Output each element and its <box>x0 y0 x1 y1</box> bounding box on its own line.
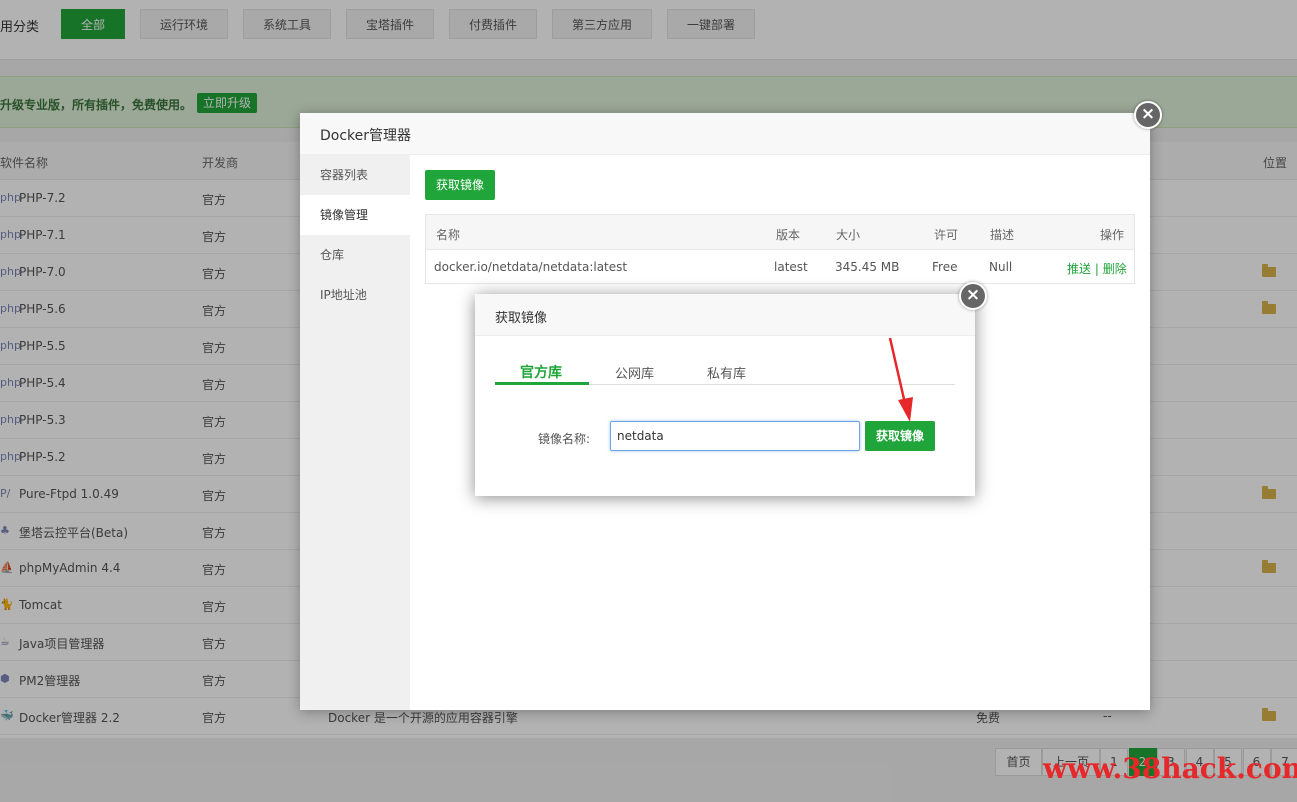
fetch-image-button[interactable]: 获取镜像 <box>425 170 495 200</box>
fetch-image-submit-button[interactable]: 获取镜像 <box>865 421 935 451</box>
sidebar-item-images[interactable]: 镜像管理 <box>300 195 410 235</box>
tab-public-registry[interactable]: 公网库 <box>615 363 654 382</box>
docker-modal-close-icon[interactable]: × <box>1134 101 1162 129</box>
image-header-size: 大小 <box>836 228 861 242</box>
docker-modal-header: Docker管理器 <box>300 113 1150 155</box>
action-separator: | <box>1094 262 1099 276</box>
docker-sidebar: 容器列表 镜像管理 仓库 IP地址池 <box>300 155 410 710</box>
delete-image-link[interactable]: 删除 <box>1103 262 1127 276</box>
image-row-license: Free <box>932 260 958 274</box>
image-header-desc: 描述 <box>990 228 1015 242</box>
image-header-name: 名称 <box>436 228 461 242</box>
sidebar-item-repository[interactable]: 仓库 <box>300 235 410 275</box>
tab-official-registry[interactable]: 官方库 <box>520 362 562 382</box>
image-header-actions: 操作 <box>1100 228 1125 242</box>
docker-modal-title: Docker管理器 <box>320 128 412 144</box>
fetch-modal-close-icon[interactable]: × <box>959 282 987 310</box>
image-table: 名称 版本 大小 许可 描述 操作 docker.io/netdata/netd… <box>425 214 1135 284</box>
push-image-link[interactable]: 推送 <box>1067 262 1091 276</box>
image-row-version: latest <box>774 260 808 274</box>
image-row-name: docker.io/netdata/netdata:latest <box>434 260 628 274</box>
image-row-desc: Null <box>989 260 1013 274</box>
image-name-input[interactable] <box>610 421 860 451</box>
fetch-modal-title: 获取镜像 <box>495 311 548 326</box>
active-tab-indicator <box>495 382 589 385</box>
sidebar-item-containers[interactable]: 容器列表 <box>300 155 410 195</box>
tab-private-registry[interactable]: 私有库 <box>707 363 746 382</box>
sidebar-item-ip-pool[interactable]: IP地址池 <box>300 275 410 315</box>
watermark: www.38hack.com <box>1043 752 1297 785</box>
image-row-size: 345.45 MB <box>835 260 900 274</box>
annotation-arrow-icon <box>888 337 913 422</box>
image-header-version: 版本 <box>776 228 801 242</box>
image-name-label: 镜像名称: <box>538 432 591 446</box>
image-table-header: 名称 版本 大小 许可 描述 操作 <box>426 215 1134 250</box>
image-header-license: 许可 <box>934 228 959 242</box>
